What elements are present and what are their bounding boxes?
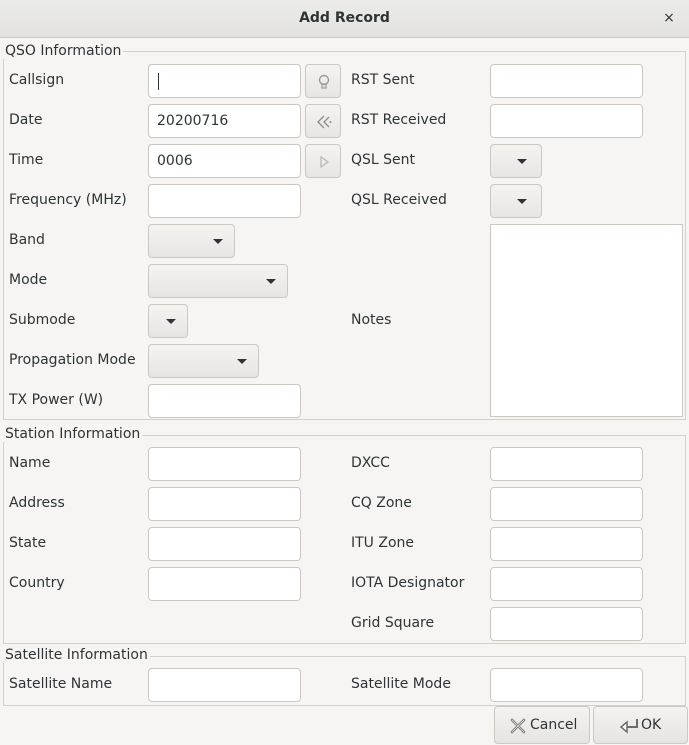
notes-label: Notes <box>351 312 392 328</box>
rst-received-label: RST Received <box>351 112 447 128</box>
qsl-sent-dropdown[interactable] <box>490 144 542 178</box>
state-label: State <box>9 535 47 551</box>
callsign-lookup-button[interactable] <box>305 64 341 98</box>
chevron-down-icon <box>517 159 527 164</box>
satellite-information-title: Satellite Information <box>3 647 150 663</box>
date-input[interactable]: 20200716 <box>148 104 301 138</box>
satellite-name-input[interactable] <box>148 668 301 702</box>
time-label: Time <box>9 152 44 168</box>
rst-sent-label: RST Sent <box>351 72 415 88</box>
propagation-mode-label: Propagation Mode <box>9 352 136 368</box>
callsign-label: Callsign <box>9 72 65 88</box>
cancel-x-icon <box>510 718 526 734</box>
mode-label: Mode <box>9 272 48 288</box>
name-label: Name <box>9 455 51 471</box>
dxcc-input[interactable] <box>490 447 643 481</box>
propagation-mode-dropdown[interactable] <box>148 344 259 378</box>
submode-label: Submode <box>9 312 76 328</box>
mode-dropdown[interactable] <box>148 264 288 298</box>
chevron-down-icon <box>166 319 176 324</box>
itu-zone-label: ITU Zone <box>351 535 415 551</box>
chevron-down-icon <box>237 359 247 364</box>
rst-received-input[interactable] <box>490 104 643 138</box>
close-icon[interactable]: × <box>659 8 679 28</box>
qsl-received-label: QSL Received <box>351 192 447 208</box>
country-label: Country <box>9 575 65 591</box>
satellite-name-label: Satellite Name <box>9 676 113 692</box>
time-input[interactable]: 0006 <box>148 144 301 178</box>
grid-square-label: Grid Square <box>351 615 435 631</box>
cancel-label: Cancel <box>530 717 578 733</box>
station-information-title: Station Information <box>3 426 143 442</box>
notes-textarea[interactable] <box>490 224 683 417</box>
grid-square-input[interactable] <box>490 607 643 641</box>
cq-zone-label: CQ Zone <box>351 495 412 511</box>
iota-designator-label: IOTA Designator <box>351 575 465 591</box>
qsl-received-dropdown[interactable] <box>490 184 542 218</box>
country-input[interactable] <box>148 567 301 601</box>
title-bar: Add Record × <box>0 0 689 38</box>
date-label: Date <box>9 112 43 128</box>
address-label: Address <box>9 495 65 511</box>
itu-zone-input[interactable] <box>490 527 643 561</box>
date-today-button[interactable] <box>305 104 341 138</box>
band-label: Band <box>9 232 45 248</box>
frequency-input[interactable] <box>148 184 301 218</box>
time-value: 0006 <box>157 153 193 169</box>
qso-information-title: QSO Information <box>3 43 124 59</box>
rewind-icon <box>317 115 332 129</box>
submode-dropdown[interactable] <box>148 304 188 338</box>
tx-power-label: TX Power (W) <box>9 392 104 408</box>
chevron-down-icon <box>213 239 223 244</box>
iota-designator-input[interactable] <box>490 567 643 601</box>
time-now-button[interactable] <box>305 144 341 178</box>
chevron-down-icon <box>266 279 276 284</box>
cq-zone-input[interactable] <box>490 487 643 521</box>
chevron-down-icon <box>517 199 527 204</box>
rst-sent-input[interactable] <box>490 64 643 98</box>
name-input[interactable] <box>148 447 301 481</box>
ok-label: OK <box>641 717 662 733</box>
lightbulb-icon <box>318 74 330 89</box>
play-icon <box>320 155 330 169</box>
ok-button[interactable]: OK <box>593 706 688 744</box>
enter-arrow-icon <box>619 719 638 734</box>
cancel-button[interactable]: Cancel <box>494 706 590 744</box>
state-input[interactable] <box>148 527 301 561</box>
frequency-label: Frequency (MHz) <box>9 192 127 208</box>
window-title: Add Record <box>299 10 390 26</box>
address-input[interactable] <box>148 487 301 521</box>
satellite-mode-input[interactable] <box>490 668 643 702</box>
text-cursor <box>158 73 159 90</box>
dxcc-label: DXCC <box>351 455 390 471</box>
date-value: 20200716 <box>157 113 229 129</box>
satellite-mode-label: Satellite Mode <box>351 676 451 692</box>
band-dropdown[interactable] <box>148 224 235 258</box>
tx-power-input[interactable] <box>148 384 301 418</box>
qsl-sent-label: QSL Sent <box>351 152 416 168</box>
callsign-input[interactable] <box>148 64 301 98</box>
